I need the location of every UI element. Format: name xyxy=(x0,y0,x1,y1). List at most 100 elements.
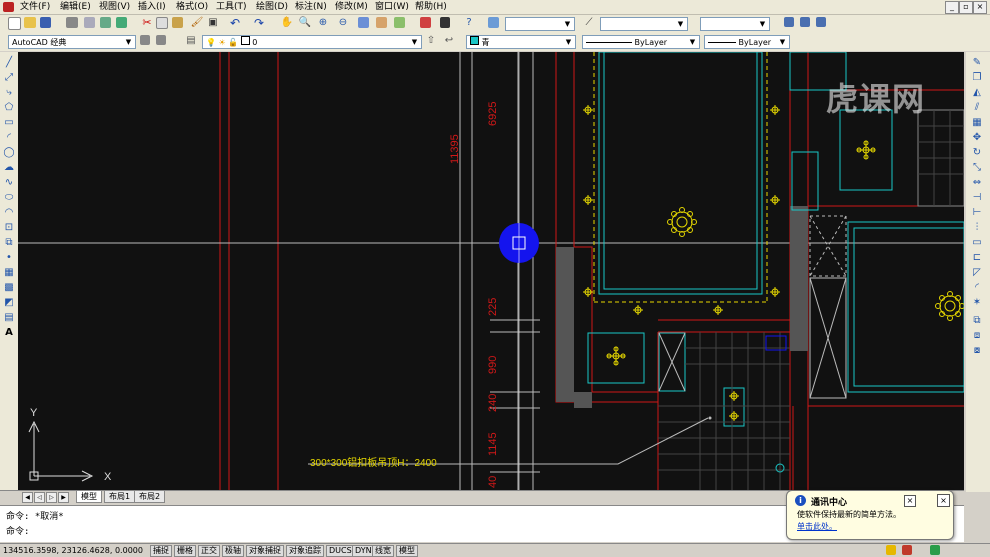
cut-icon[interactable]: ✂ xyxy=(140,16,154,30)
draw-order-icon[interactable]: ⧉ xyxy=(970,314,984,328)
mirror-icon[interactable]: ◭ xyxy=(970,86,984,100)
menu-view[interactable]: 视图(V) xyxy=(99,1,130,13)
break-icon[interactable]: ▭ xyxy=(970,236,984,250)
revision-cloud-icon[interactable]: ☁ xyxy=(2,161,16,175)
tab-model[interactable]: 模型 xyxy=(76,491,102,503)
layer-previous-icon[interactable]: ↩ xyxy=(442,34,456,48)
lineweight-toggle[interactable]: 线宽 xyxy=(372,545,394,557)
open-icon[interactable] xyxy=(24,17,36,28)
hatch-icon[interactable]: ▦ xyxy=(2,266,16,280)
print-preview-icon[interactable] xyxy=(84,17,95,28)
chamfer-icon[interactable]: ◸ xyxy=(970,266,984,280)
help-icon[interactable]: ? xyxy=(462,16,476,30)
erase-icon[interactable]: ✎ xyxy=(970,56,984,70)
dim-style-icon[interactable]: ⟋ xyxy=(582,16,596,30)
tab-layout1[interactable]: 布局1 xyxy=(104,491,136,503)
osnap-toggle[interactable]: 对象捕捉 xyxy=(246,545,284,557)
menu-modify[interactable]: 修改(M) xyxy=(335,1,368,13)
properties-icon[interactable] xyxy=(358,17,369,28)
table-style-dropdown[interactable]: ▼ xyxy=(700,17,770,31)
clean-screen-icon[interactable] xyxy=(930,545,940,555)
trim-icon[interactable]: ⊣ xyxy=(970,191,984,205)
new-icon[interactable] xyxy=(8,17,21,30)
region-icon[interactable]: ◩ xyxy=(2,296,16,310)
pan-icon[interactable]: ✋ xyxy=(280,16,294,30)
ducs-toggle[interactable]: DUCS xyxy=(326,545,355,557)
tool-palettes-icon[interactable] xyxy=(394,17,405,28)
zoom-realtime-icon[interactable]: 🔍 xyxy=(298,16,312,30)
polar-toggle[interactable]: 极轴 xyxy=(222,545,244,557)
workspace-dropdown[interactable]: AutoCAD 经典 ▼ xyxy=(8,35,136,49)
ucs-icon[interactable] xyxy=(784,17,794,27)
bring-to-front-icon[interactable]: ⧈ xyxy=(970,329,984,343)
insert-block-icon[interactable]: ⊡ xyxy=(2,221,16,235)
arc-icon[interactable]: ◜ xyxy=(2,131,16,145)
menu-format[interactable]: 格式(O) xyxy=(176,1,208,13)
text-style-icon[interactable] xyxy=(488,17,499,28)
point-icon[interactable]: • xyxy=(2,251,16,265)
move-icon[interactable]: ✥ xyxy=(970,131,984,145)
prev-tab-icon[interactable]: ◁ xyxy=(34,492,45,503)
fillet-icon[interactable]: ◜ xyxy=(970,281,984,295)
polygon-icon[interactable]: ⬠ xyxy=(2,101,16,115)
lineweight-dropdown[interactable]: ByLayer ▼ xyxy=(704,35,790,49)
snap-toggle[interactable]: 捕捉 xyxy=(150,545,172,557)
table-icon[interactable]: ▤ xyxy=(2,311,16,325)
make-current-layer-icon[interactable]: ⇧ xyxy=(424,34,438,48)
minimize-icon[interactable]: _ xyxy=(945,1,959,14)
color-dropdown[interactable]: 青 ▼ xyxy=(466,35,576,49)
command-prompt[interactable]: 命令: xyxy=(6,526,29,538)
communication-center-icon[interactable] xyxy=(886,545,896,555)
stretch-icon[interactable]: ⇔ xyxy=(970,176,984,190)
grid-toggle[interactable]: 栅格 xyxy=(174,545,196,557)
menu-tools[interactable]: 工具(T) xyxy=(216,1,247,13)
undo-icon[interactable]: ↶ xyxy=(228,16,242,30)
spline-icon[interactable]: ∿ xyxy=(2,176,16,190)
block-editor-icon[interactable]: ▣ xyxy=(206,16,220,30)
break-at-point-icon[interactable]: ⫶ xyxy=(970,221,984,235)
notification-link[interactable]: 单击此处。 xyxy=(797,521,837,532)
last-tab-icon[interactable]: ▶ xyxy=(58,492,69,503)
copy-icon[interactable] xyxy=(156,17,168,29)
circle-icon[interactable]: ◯ xyxy=(2,146,16,160)
paste-icon[interactable] xyxy=(172,17,183,28)
line-icon[interactable]: ╱ xyxy=(2,56,16,70)
balloon-close-icon[interactable]: × xyxy=(937,494,950,507)
otrack-toggle[interactable]: 对象追踪 xyxy=(286,545,324,557)
extend-icon[interactable]: ⊢ xyxy=(970,206,984,220)
text-style-dropdown[interactable]: ▼ xyxy=(505,17,575,31)
menu-draw[interactable]: 绘图(D) xyxy=(256,1,288,13)
next-tab-icon[interactable]: ▷ xyxy=(46,492,57,503)
send-to-back-icon[interactable]: ⧇ xyxy=(970,344,984,358)
linetype-dropdown[interactable]: ByLayer ▼ xyxy=(582,35,700,49)
rectangle-icon[interactable]: ▭ xyxy=(2,116,16,130)
dim-style-dropdown[interactable]: ▼ xyxy=(600,17,688,31)
menu-window[interactable]: 窗口(W) xyxy=(375,1,409,13)
copy-object-icon[interactable]: ❐ xyxy=(970,71,984,85)
model-toggle[interactable]: 模型 xyxy=(396,545,418,557)
workspace-settings-icon[interactable] xyxy=(140,35,150,45)
calculator-icon[interactable] xyxy=(440,17,450,28)
publish-icon[interactable] xyxy=(100,17,111,28)
layer-manager-icon[interactable]: ▤ xyxy=(184,34,198,48)
rotate-icon[interactable]: ↻ xyxy=(970,146,984,160)
sheet-set-icon[interactable] xyxy=(420,17,431,28)
close-icon[interactable]: × xyxy=(973,1,987,14)
match-properties-icon[interactable]: 🖌 xyxy=(190,16,204,30)
tab-layout2[interactable]: 布局2 xyxy=(134,491,166,503)
layer-dropdown[interactable]: 💡 ☀ 🔓 0 ▼ xyxy=(202,35,422,49)
polyline-icon[interactable]: ⤷ xyxy=(2,86,16,100)
restore-icon[interactable]: ▫ xyxy=(959,1,973,14)
zoom-previous-icon[interactable]: ⊖ xyxy=(336,16,350,30)
lock-icon[interactable] xyxy=(902,545,912,555)
design-center-icon[interactable] xyxy=(376,17,387,28)
menu-dimension[interactable]: 标注(N) xyxy=(295,1,327,13)
array-icon[interactable]: ▦ xyxy=(970,116,984,130)
zoom-window-icon[interactable]: ⊕ xyxy=(316,16,330,30)
ortho-toggle[interactable]: 正交 xyxy=(198,545,220,557)
join-icon[interactable]: ⊏ xyxy=(970,251,984,265)
offset-icon[interactable]: ⫽ xyxy=(970,101,984,115)
plot-icon[interactable] xyxy=(116,17,127,28)
ucs-world-icon[interactable] xyxy=(800,17,810,27)
menu-insert[interactable]: 插入(I) xyxy=(138,1,166,13)
